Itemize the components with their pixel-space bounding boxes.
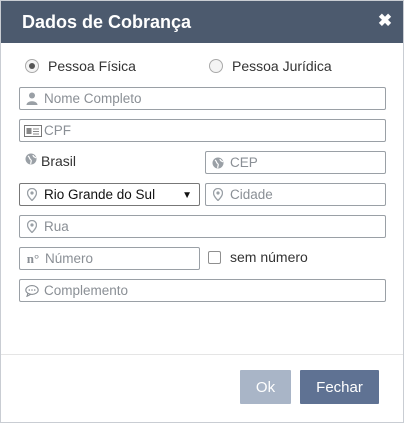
cidade-placeholder: Cidade xyxy=(230,187,273,202)
nome-completo-field[interactable]: Nome Completo xyxy=(19,87,386,110)
complemento-placeholder: Complemento xyxy=(44,283,129,298)
fechar-button[interactable]: Fechar xyxy=(300,370,379,404)
radio-unselected-indicator xyxy=(209,59,223,73)
dialog-titlebar: Dados de Cobrança ✖ xyxy=(1,1,403,43)
chevron-down-icon: ▼ xyxy=(182,190,192,201)
cpf-field[interactable]: CPF xyxy=(19,119,386,142)
radio-pessoa-fisica[interactable]: Pessoa Física xyxy=(25,57,136,75)
complemento-field[interactable]: Complemento xyxy=(19,279,386,302)
numero-field[interactable]: n° Número xyxy=(19,247,200,270)
nome-completo-placeholder: Nome Completo xyxy=(44,91,142,106)
radio-pessoa-juridica[interactable]: Pessoa Jurídica xyxy=(209,57,332,75)
cidade-field[interactable]: Cidade xyxy=(205,183,386,206)
rua-placeholder: Rua xyxy=(44,219,69,234)
map-pin-icon xyxy=(22,216,42,237)
speech-bubble-icon xyxy=(22,280,42,301)
radio-label-pessoa-fisica: Pessoa Física xyxy=(48,58,136,74)
sem-numero-label: sem número xyxy=(230,249,308,265)
cep-placeholder: CEP xyxy=(230,155,258,170)
footer-divider xyxy=(1,354,403,355)
close-icon[interactable]: ✖ xyxy=(377,12,393,30)
radio-selected-indicator xyxy=(25,59,39,73)
number-sign-icon: n° xyxy=(26,250,40,266)
state-select[interactable]: Rio Grande do Sul ▼ xyxy=(19,183,200,206)
billing-dialog: Dados de Cobrança ✖ Pessoa Física Pessoa… xyxy=(0,0,404,423)
radio-label-pessoa-juridica: Pessoa Jurídica xyxy=(232,58,332,74)
user-icon xyxy=(22,88,42,109)
map-pin-icon xyxy=(22,184,42,205)
map-pin-icon xyxy=(208,184,228,205)
state-selected-value: Rio Grande do Sul xyxy=(44,187,156,202)
globe-icon xyxy=(25,152,37,170)
country-label: Brasil xyxy=(41,153,77,169)
cpf-placeholder: CPF xyxy=(44,123,71,138)
sem-numero-checkbox[interactable]: sem número xyxy=(208,249,308,265)
dialog-title: Dados de Cobrança xyxy=(22,12,192,32)
checkbox-box xyxy=(208,250,221,264)
globe-icon xyxy=(208,152,228,173)
ok-button[interactable]: Ok xyxy=(240,370,291,404)
numero-placeholder: Número xyxy=(45,251,94,266)
rua-field[interactable]: Rua xyxy=(19,215,386,238)
country-display: Brasil xyxy=(25,151,76,171)
cep-field[interactable]: CEP xyxy=(205,151,386,174)
id-card-icon xyxy=(22,120,44,141)
